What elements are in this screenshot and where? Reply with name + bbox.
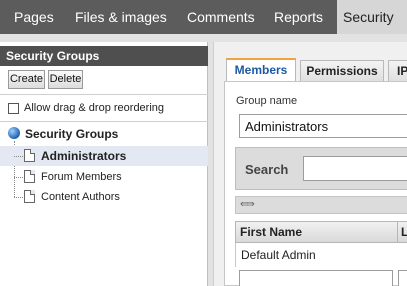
tab-permissions[interactable]: Permissions	[300, 60, 384, 82]
reorder-icon[interactable]: ⇚⇛	[240, 199, 255, 211]
column-header-first-name[interactable]: First Name	[240, 225, 302, 239]
tab-comments[interactable]: Comments	[187, 0, 255, 34]
tree-connector	[14, 156, 23, 157]
drag-drop-checkbox[interactable]	[8, 103, 19, 114]
group-name-label: Group name	[236, 95, 298, 107]
tree-connector	[14, 177, 23, 178]
divider	[0, 94, 208, 95]
tab-security[interactable]: Security	[337, 0, 407, 34]
tree-item-forum-members[interactable]: Forum Members	[0, 167, 208, 187]
tree-item-label: Content Authors	[41, 191, 120, 203]
divider	[0, 121, 208, 122]
tab-files-images[interactable]: Files & images	[75, 0, 167, 34]
table-cell: Default Admin	[241, 248, 316, 262]
create-button[interactable]: Create	[8, 70, 45, 89]
globe-icon	[8, 127, 20, 139]
delete-button[interactable]: Delete	[48, 70, 83, 89]
drag-drop-label: Allow drag & drop reordering	[24, 102, 165, 114]
page-icon	[24, 190, 35, 203]
tree-item-label: Forum Members	[41, 171, 122, 183]
top-navigation: Pages Files & images Comments Reports Se…	[0, 0, 407, 34]
column-header-last-name[interactable]: L	[401, 225, 407, 239]
tab-ip[interactable]: IP	[388, 60, 407, 82]
panel-title: Security Groups	[0, 46, 208, 66]
tab-reports[interactable]: Reports	[274, 0, 323, 34]
group-name-input[interactable]	[239, 114, 407, 138]
new-member-first-name-field[interactable]	[239, 270, 393, 286]
grid-toolbar	[235, 196, 407, 214]
tree-item-content-authors[interactable]: Content Authors	[0, 187, 208, 207]
search-input[interactable]	[303, 156, 407, 181]
tree-item-administrators[interactable]: Administrators	[0, 146, 208, 166]
column-separator[interactable]	[397, 221, 398, 243]
tree-root-label[interactable]: Security Groups	[25, 126, 118, 142]
page-icon	[24, 149, 35, 162]
search-label: Search	[245, 162, 289, 177]
tab-members[interactable]: Members	[226, 58, 296, 82]
tree-connector	[14, 197, 23, 198]
tree-item-label: Administrators	[41, 149, 127, 163]
tab-pages[interactable]: Pages	[14, 0, 54, 34]
new-member-last-name-field[interactable]	[398, 270, 407, 286]
security-groups-panel: Security Groups Create Delete Allow drag…	[0, 42, 208, 286]
page-icon	[24, 170, 35, 183]
